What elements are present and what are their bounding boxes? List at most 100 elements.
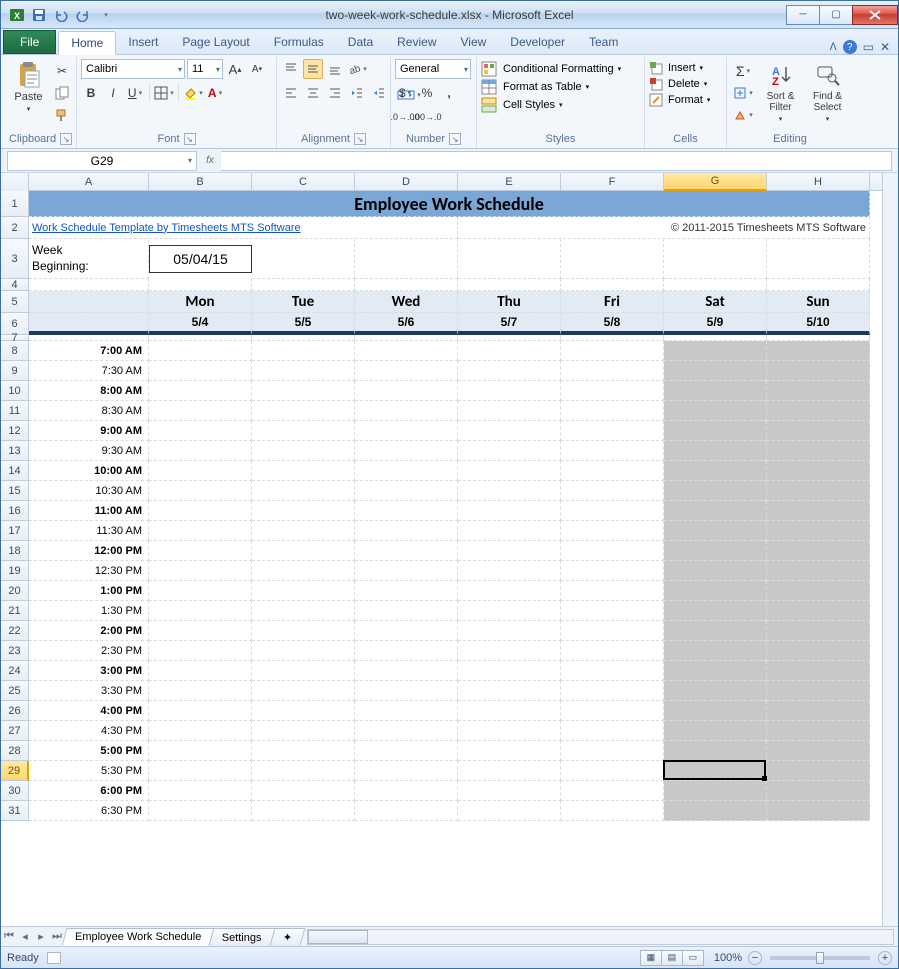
cell[interactable] (664, 481, 767, 501)
tab-nav-next[interactable]: ▸ (33, 929, 49, 945)
row-header-1[interactable]: 1 (1, 191, 29, 217)
format-as-table-button[interactable]: Format as Table▾ (481, 79, 621, 95)
row-header-24[interactable]: 24 (1, 661, 29, 681)
col-header-A[interactable]: A (29, 173, 149, 191)
paste-button[interactable]: Paste ▾ (9, 59, 48, 113)
cell[interactable] (252, 621, 355, 641)
cell[interactable] (664, 701, 767, 721)
sheet-tab[interactable]: Employee Work Schedule (62, 928, 215, 946)
cell[interactable] (458, 401, 561, 421)
cell[interactable] (355, 621, 458, 641)
row-header-9[interactable]: 9 (1, 361, 29, 381)
row-header-13[interactable]: 13 (1, 441, 29, 461)
row-header-10[interactable]: 10 (1, 381, 29, 401)
cell[interactable] (355, 361, 458, 381)
cell[interactable] (149, 601, 252, 621)
cell[interactable]: 12:30 PM (29, 561, 149, 581)
undo-icon[interactable] (51, 5, 71, 25)
comma-format-button[interactable]: , (439, 83, 459, 103)
cell[interactable] (664, 801, 767, 821)
cell[interactable] (767, 701, 870, 721)
cell[interactable] (767, 541, 870, 561)
cell[interactable] (664, 401, 767, 421)
cell[interactable] (767, 361, 870, 381)
cell[interactable] (149, 561, 252, 581)
cell[interactable] (252, 239, 355, 279)
cell[interactable] (355, 521, 458, 541)
cell[interactable] (458, 561, 561, 581)
cut-button[interactable]: ✂ (52, 61, 72, 81)
cell[interactable] (664, 341, 767, 361)
cell[interactable] (458, 761, 561, 781)
cell[interactable] (149, 361, 252, 381)
cell[interactable] (355, 681, 458, 701)
cell[interactable] (355, 801, 458, 821)
cell[interactable] (252, 341, 355, 361)
row-header-20[interactable]: 20 (1, 581, 29, 601)
cell[interactable]: 3:30 PM (29, 681, 149, 701)
cell[interactable] (458, 601, 561, 621)
cell[interactable] (149, 741, 252, 761)
page-break-view-button[interactable]: ▭ (682, 950, 704, 966)
decrease-decimal-button[interactable]: .00→.0 (417, 107, 437, 127)
row-header-25[interactable]: 25 (1, 681, 29, 701)
cell[interactable] (458, 801, 561, 821)
row-header-2[interactable]: 2 (1, 217, 29, 239)
alignment-launcher[interactable]: ↘ (354, 133, 366, 145)
row-header-12[interactable]: 12 (1, 421, 29, 441)
cell[interactable] (252, 461, 355, 481)
col-header-D[interactable]: D (355, 173, 458, 191)
cell[interactable]: 05/04/15 (149, 245, 252, 273)
cell[interactable] (767, 621, 870, 641)
vertical-scrollbar[interactable] (882, 173, 898, 926)
format-painter-button[interactable] (52, 105, 72, 125)
cell[interactable] (149, 461, 252, 481)
cell[interactable] (767, 481, 870, 501)
row-header-11[interactable]: 11 (1, 401, 29, 421)
cell[interactable] (664, 561, 767, 581)
row-header-3[interactable]: 3 (1, 239, 29, 279)
cell[interactable] (767, 801, 870, 821)
conditional-formatting-button[interactable]: Conditional Formatting▾ (481, 61, 621, 77)
qat-customize[interactable] (95, 5, 115, 25)
cell[interactable] (458, 481, 561, 501)
maximize-button[interactable]: ▢ (819, 5, 853, 25)
row-header-8[interactable]: 8 (1, 341, 29, 361)
minimize-ribbon-icon[interactable]: ᐱ (830, 42, 837, 53)
cell[interactable] (458, 721, 561, 741)
cell[interactable] (355, 561, 458, 581)
cell[interactable] (767, 239, 870, 279)
row-header-17[interactable]: 17 (1, 521, 29, 541)
cell[interactable] (767, 581, 870, 601)
font-size-combo[interactable]: 11 (187, 59, 223, 79)
row-header-15[interactable]: 15 (1, 481, 29, 501)
zoom-out-button[interactable]: − (748, 951, 762, 965)
cell[interactable] (664, 521, 767, 541)
cell[interactable] (252, 601, 355, 621)
cell[interactable]: 1:00 PM (29, 581, 149, 601)
cell[interactable]: 7:30 AM (29, 361, 149, 381)
cell[interactable] (252, 401, 355, 421)
fill-color-button[interactable] (183, 83, 203, 103)
cell[interactable]: 8:30 AM (29, 401, 149, 421)
select-all-corner[interactable] (1, 173, 29, 191)
cell[interactable] (149, 661, 252, 681)
cell[interactable] (664, 501, 767, 521)
cell[interactable]: 11:00 AM (29, 501, 149, 521)
cell[interactable] (561, 621, 664, 641)
row-header-19[interactable]: 19 (1, 561, 29, 581)
cell[interactable] (561, 441, 664, 461)
align-center-button[interactable] (303, 83, 323, 103)
ribbon-tab-data[interactable]: Data (336, 30, 385, 54)
cell[interactable] (664, 721, 767, 741)
insert-cells-button[interactable]: Insert▾ (649, 61, 710, 75)
cell[interactable] (149, 421, 252, 441)
cell[interactable] (252, 781, 355, 801)
col-header-B[interactable]: B (149, 173, 252, 191)
cell[interactable] (355, 661, 458, 681)
row-header-18[interactable]: 18 (1, 541, 29, 561)
zoom-in-button[interactable]: + (878, 951, 892, 965)
cell[interactable] (252, 279, 355, 291)
cell[interactable] (458, 441, 561, 461)
cell[interactable] (767, 441, 870, 461)
